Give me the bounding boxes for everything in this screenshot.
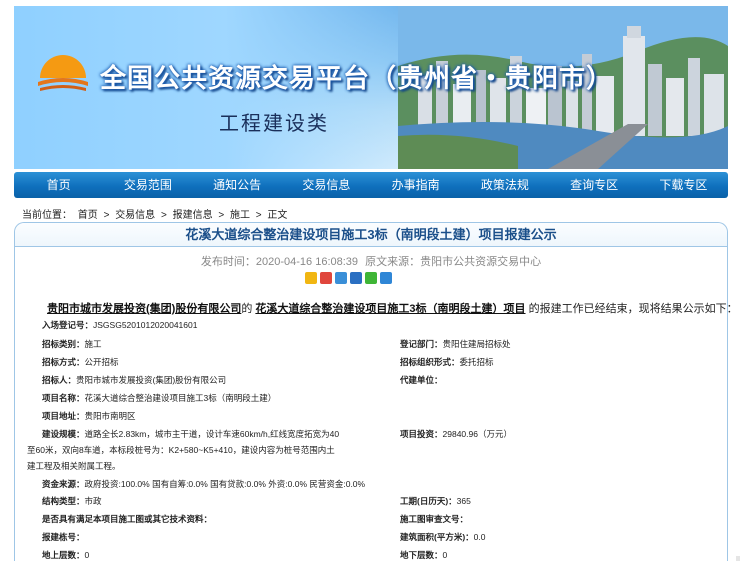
field-drawings: 是否具有满足本项目施工图或其它技术资料：	[42, 514, 213, 524]
category-subtitle: 工程建设类	[219, 113, 329, 135]
scrollbar[interactable]	[736, 556, 740, 561]
field-review-no: 施工图审查文号：	[400, 514, 469, 524]
intro-tail: 的报建工作已经结束，现将结果公示如下：	[528, 303, 738, 315]
field-investment: 项目投资：29840.96（万元）	[400, 429, 512, 439]
intro-project: 花溪大道综合整治建设项目施工3标（南明段土建）项目	[255, 303, 526, 315]
field-floors-above: 地上层数：0	[42, 550, 90, 560]
breadcrumb-trade-info[interactable]: 交易信息	[115, 210, 155, 221]
breadcrumb-separator: >	[103, 210, 110, 221]
qq-icon[interactable]	[335, 272, 347, 284]
nav-trade-scope[interactable]: 交易范围	[103, 172, 192, 198]
field-duration: 工期(日历天)：365	[400, 496, 471, 506]
intro-connector: 的	[241, 303, 253, 315]
nav-guide[interactable]: 办事指南	[371, 172, 460, 198]
sun-logo-icon	[38, 55, 88, 91]
breadcrumb-separator: >	[218, 210, 225, 221]
announcement-intro: 贵阳市城市发展投资(集团)股份有限公司的 花溪大道综合整治建设项目施工3标（南明…	[47, 300, 738, 316]
publish-time: 发布时间：2020-04-16 16:08:39	[200, 256, 359, 268]
article-meta: 发布时间：2020-04-16 16:08:39 原文来源：贵阳市公共资源交易中…	[15, 253, 727, 269]
nav-home[interactable]: 首页	[14, 172, 103, 198]
field-register-dept: 登记部门：贵阳住建局招标处	[400, 339, 511, 349]
field-scale-line2: 至60米，双向8车道，本标段桩号为：K2+580~K5+410，建设内容为桩号范…	[27, 445, 335, 455]
main-nav: 首页 交易范围 通知公告 交易信息 办事指南 政策法规 查询专区 下载专区	[14, 172, 728, 198]
field-scale-line3: 建工程及相关附属工程。	[27, 461, 121, 471]
field-tenderer: 招标人：贵阳市城市发展投资(集团)股份有限公司	[42, 375, 227, 385]
site-banner: 全国公共资源交易平台（贵州省・贵阳市） 工程建设类	[14, 6, 728, 169]
breadcrumb-current: 正文	[267, 210, 288, 221]
more-share-icon[interactable]	[380, 272, 392, 284]
nav-trade-info[interactable]: 交易信息	[282, 172, 371, 198]
article-panel: 花溪大道综合整治建设项目施工3标（南明段土建）项目报建公示 发布时间：2020-…	[14, 222, 738, 561]
field-building-no: 报建栋号：	[42, 532, 85, 542]
weibo-icon[interactable]	[320, 272, 332, 284]
platform-title: 全国公共资源交易平台（贵州省・贵阳市）	[100, 63, 614, 93]
field-agent: 代建单位：	[400, 375, 443, 385]
qzone-icon[interactable]	[305, 272, 317, 284]
breadcrumb: 当前位置： 首页 > 交易信息 > 报建信息 > 施工 > 正文	[22, 206, 290, 221]
field-project-name: 项目名称：花溪大道综合整治建设项目施工3标（南明段土建）	[42, 393, 277, 403]
breadcrumb-separator: >	[255, 210, 262, 221]
field-floors-below: 地下层数：0	[400, 550, 448, 560]
field-scale: 建设规模：道路全长2.83km，城市主干道，设计车速60km/h,红线宽度拓宽为…	[42, 429, 340, 439]
field-category: 招标类别：施工	[42, 339, 102, 349]
field-funding: 资金来源：政府投资:100.0% 国有自筹:0.0% 国有贷款:0.0% 外资:…	[42, 479, 366, 489]
field-method: 招标方式：公开招标	[42, 357, 119, 367]
article-source: 原文来源：贵阳市公共资源交易中心	[365, 256, 542, 268]
field-entry-no: 入场登记号：JSGSG5201012020041601	[42, 320, 198, 330]
wechat-icon[interactable]	[365, 272, 377, 284]
breadcrumb-report-info[interactable]: 报建信息	[173, 210, 213, 221]
nav-notices[interactable]: 通知公告	[193, 172, 282, 198]
article-title: 花溪大道综合整治建设项目施工3标（南明段土建）项目报建公示	[15, 223, 727, 247]
field-address: 项目地址：贵阳市南明区	[42, 411, 136, 421]
breadcrumb-construction[interactable]: 施工	[230, 210, 250, 221]
field-structure: 结构类型：市政	[42, 496, 102, 506]
breadcrumb-home[interactable]: 首页	[78, 210, 98, 221]
field-area: 建筑面积(平方米)：0.0	[400, 532, 486, 542]
breadcrumb-separator: >	[160, 210, 167, 221]
nav-downloads[interactable]: 下载专区	[639, 172, 728, 198]
share-bar	[305, 272, 392, 284]
nav-query[interactable]: 查询专区	[550, 172, 639, 198]
field-org-form: 招标组织形式：委托招标	[400, 357, 494, 367]
renren-icon[interactable]	[350, 272, 362, 284]
breadcrumb-prefix: 当前位置：	[22, 210, 72, 221]
intro-organization: 贵阳市城市发展投资(集团)股份有限公司	[47, 303, 242, 315]
nav-policies[interactable]: 政策法规	[460, 172, 549, 198]
